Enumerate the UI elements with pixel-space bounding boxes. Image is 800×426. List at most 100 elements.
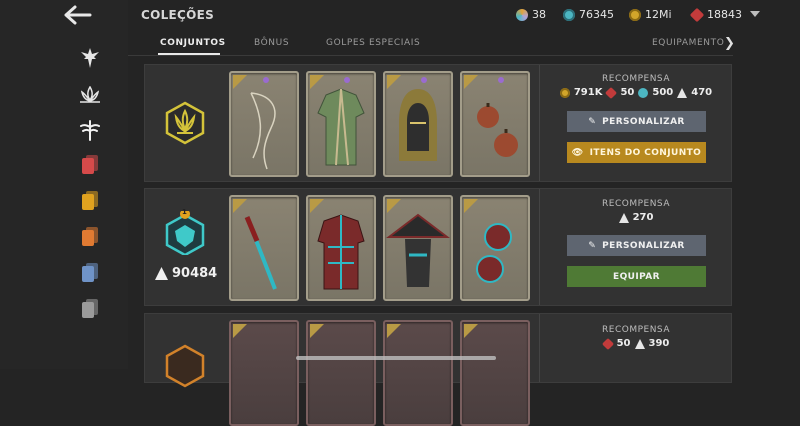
equip-button[interactable]: EQUIPAR	[567, 266, 706, 287]
set-item-card[interactable]	[383, 71, 453, 177]
tab-equipamento[interactable]: EQUIPAMENTO	[652, 38, 724, 48]
ruby-icon	[689, 7, 705, 22]
eye-icon: 👁	[571, 147, 584, 158]
set-emblem-area: 1 90484	[145, 189, 227, 305]
gourd-bombs-icon	[477, 103, 518, 157]
reward-label: RECOMPENSA	[602, 199, 670, 209]
set-row: RECOMPENSA 791K 50 500 470 ✎ PERSONALIZA…	[144, 64, 732, 182]
red-card-stack-icon[interactable]	[78, 154, 102, 178]
divider	[539, 189, 540, 305]
set-item-card[interactable]	[460, 320, 530, 426]
set-row: 1 90484 RECOMPENSA 270 ✎ PERSONALIZAR EQ…	[144, 188, 732, 306]
reward-values: 270	[541, 212, 731, 223]
page-title: COLEÇÕES	[141, 8, 215, 22]
katana-icon	[244, 216, 277, 290]
button-label: PERSONALIZAR	[602, 116, 685, 127]
dragonfly-emblem-icon[interactable]	[78, 118, 102, 142]
reward-shard-value: 470	[691, 87, 713, 98]
button-label: EQUIPAR	[613, 271, 660, 282]
tab-bar: CONJUNTOS BÔNUS GOLPES ESPECIAIS EQUIPAM…	[128, 33, 733, 56]
divider	[539, 314, 540, 382]
reward-shard-value: 390	[648, 338, 670, 349]
set-item-card[interactable]	[383, 195, 453, 301]
plated-armor-icon	[317, 214, 365, 290]
set-item-card[interactable]	[383, 320, 453, 426]
button-label: PERSONALIZAR	[602, 240, 685, 251]
button-label: ITENS DO CONJUNTO	[589, 147, 702, 158]
set-emblem-area	[145, 314, 227, 388]
reward-coin-value: 791K	[573, 87, 603, 98]
set-items-button[interactable]: 👁 ITENS DO CONJUNTO	[567, 142, 706, 163]
orange-card-stack-icon[interactable]	[78, 226, 102, 250]
reward-values: 50 390	[541, 337, 731, 350]
spiked-shields-icon	[476, 223, 512, 283]
set-item-card[interactable]	[306, 195, 376, 301]
set-row: RECOMPENSA 50 390	[144, 313, 732, 426]
chevron-right-icon[interactable]: ❯	[724, 36, 735, 51]
home-indicator	[296, 356, 496, 360]
rarity-corner	[464, 324, 478, 338]
set-emblem-icon	[165, 344, 205, 388]
ruby-icon	[601, 337, 614, 350]
brush-icon: ✎	[588, 240, 597, 251]
set-item-card[interactable]	[229, 320, 299, 426]
customize-button[interactable]: ✎ PERSONALIZAR	[567, 235, 706, 256]
tab-bonus[interactable]: BÔNUS	[254, 38, 289, 48]
set-item-card[interactable]	[229, 71, 299, 177]
whip-icon	[250, 92, 276, 170]
reward-shard-value: 270	[632, 212, 654, 223]
dynasty-emblem-icon[interactable]	[78, 46, 102, 70]
expand-resources-caret-icon[interactable]	[750, 11, 760, 17]
set-item-card[interactable]	[229, 195, 299, 301]
straw-hat-helm-icon	[386, 213, 450, 287]
coin-icon	[559, 87, 570, 98]
spirit-icon	[563, 8, 575, 21]
reward-label: RECOMPENSA	[602, 325, 670, 335]
tab-golpes-especiais[interactable]: GOLPES ESPECIAIS	[326, 38, 420, 48]
set-item-card[interactable]	[460, 71, 530, 177]
orb-icon	[516, 8, 528, 21]
ruby-counter: 18843	[689, 7, 742, 22]
set-emblem-icon	[165, 211, 205, 255]
brush-icon: ✎	[588, 116, 597, 127]
spirit-value: 76345	[579, 8, 614, 21]
rarity-corner	[387, 324, 401, 338]
shard-icon	[634, 338, 645, 349]
orb-counter: 38	[516, 8, 546, 21]
rarity-corner	[310, 324, 324, 338]
hooded-mask-icon	[399, 89, 437, 161]
ruby-value: 18843	[707, 8, 742, 21]
grey-card-stack-icon[interactable]	[78, 298, 102, 322]
coin-icon	[629, 8, 641, 21]
emblem-badge: 1	[182, 208, 187, 216]
coin-counter: 12Mi	[629, 8, 672, 21]
tab-conjuntos[interactable]: CONJUNTOS	[160, 38, 226, 48]
shard-icon	[155, 267, 168, 280]
rarity-corner	[233, 324, 247, 338]
back-arrow-icon[interactable]	[62, 4, 96, 26]
set-item-card[interactable]	[306, 320, 376, 426]
set-item-card[interactable]	[306, 71, 376, 177]
shard-total: 90484	[155, 266, 217, 281]
spirit-counter: 76345	[563, 8, 614, 21]
shard-icon	[618, 212, 629, 223]
gold-card-stack-icon[interactable]	[78, 190, 102, 214]
blue-card-stack-icon[interactable]	[78, 262, 102, 286]
active-tab-underline	[158, 53, 220, 55]
set-emblem-icon	[165, 101, 205, 145]
coin-value: 12Mi	[645, 8, 672, 21]
shard-total-value: 90484	[172, 266, 218, 281]
reward-ruby-value: 50	[616, 338, 631, 349]
orb-value: 38	[532, 8, 546, 21]
lotus-emblem-icon[interactable]	[78, 83, 102, 107]
ruby-icon	[605, 86, 618, 99]
robe-armor-icon	[317, 88, 365, 166]
sidebar	[0, 0, 128, 369]
reward-ruby-value: 50	[620, 87, 635, 98]
reward-values: 791K 50 500 470	[541, 86, 731, 99]
shard-icon	[677, 87, 688, 98]
set-item-card[interactable]	[460, 195, 530, 301]
set-emblem-area	[145, 65, 227, 181]
divider	[539, 65, 540, 181]
customize-button[interactable]: ✎ PERSONALIZAR	[567, 111, 706, 132]
